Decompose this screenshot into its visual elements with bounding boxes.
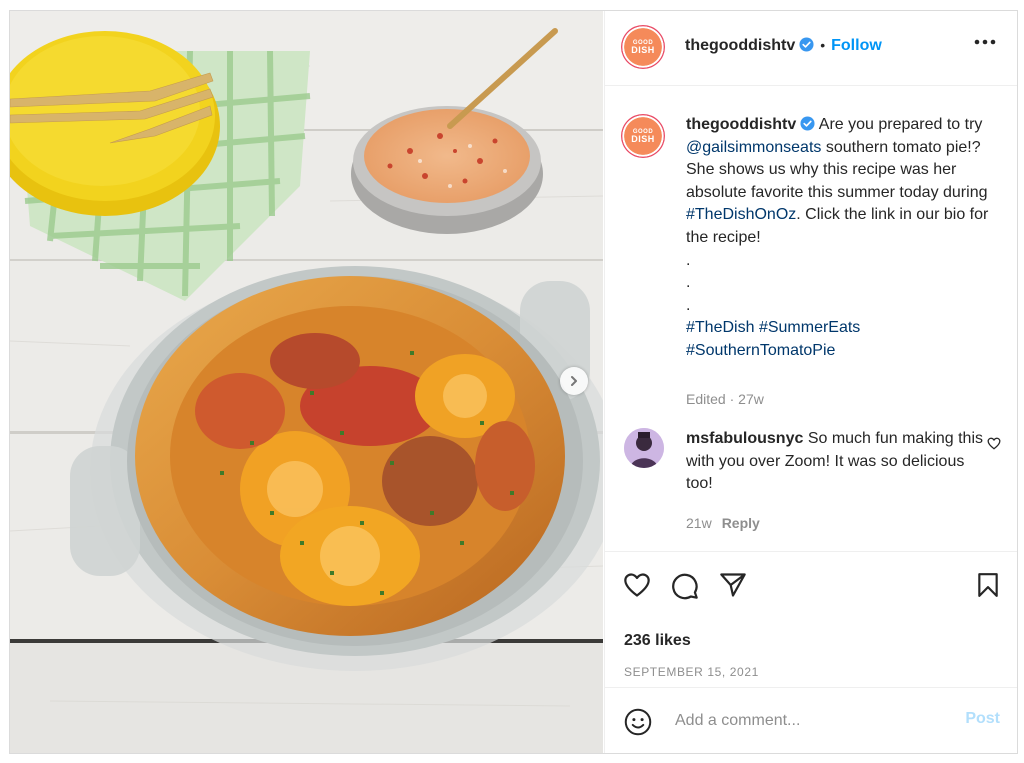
caption-avatar[interactable]: GOOD DISH [621,114,665,158]
post-header: GOOD DISH thegooddishtv • Follow [605,11,1017,86]
post-sidebar: GOOD DISH thegooddishtv • Follow GOOD DISH… [604,11,1017,753]
verified-badge-icon [800,116,815,131]
hashtag-link[interactable]: #TheDish [686,319,754,336]
instagram-post: GOOD DISH thegooddishtv • Follow GOOD DISH… [9,10,1018,754]
tomato-pie-image [10,11,603,753]
caption-part-1: Are you prepared to try [818,116,983,133]
edited-label: Edited [686,391,726,407]
logo-big-text: DISH [631,44,655,55]
comment-username[interactable]: msfabulousnyc [686,430,803,447]
mention-link[interactable]: @gailsimmonseats [686,139,821,156]
header-meta: thegooddishtv • Follow [685,37,882,55]
add-comment-bar: Post [605,687,1017,753]
commenter-avatar[interactable] [624,428,664,468]
caption-dot: . [686,296,691,314]
person-avatar-icon [624,428,664,468]
comment-meta: 21w Reply [686,515,760,531]
caption-meta: Edited · 27w [686,391,764,407]
chevron-right-icon [571,376,577,386]
comment-icon[interactable] [671,572,699,600]
next-photo-button[interactable] [560,367,588,395]
more-horizontal-icon[interactable] [974,39,996,45]
caption-dot: . [686,274,691,292]
emoji-icon[interactable] [624,708,652,736]
hashtag-list: #TheDish #SummerEats #SouthernTomatoPie [686,317,1006,362]
post-date[interactable]: SEPTEMBER 15, 2021 [624,665,759,679]
comment-age[interactable]: 21w [686,515,712,531]
likes-count[interactable]: 236 likes [624,632,691,650]
share-icon[interactable] [719,572,747,598]
action-bar: 236 likes SEPTEMBER 15, 2021 [605,551,1017,687]
post-photo[interactable] [10,11,603,753]
logo-big-text: DISH [631,133,655,144]
caption-text: thegooddishtv Are you prepared to try @g… [686,114,1006,363]
header-separator: • [820,37,826,53]
caption-age[interactable]: 27w [738,391,764,407]
caption-dot: . [686,251,691,269]
hashtag-inline-link[interactable]: #TheDishOnOz [686,206,796,223]
heart-outline-icon[interactable] [987,437,1001,450]
post-comment-button[interactable]: Post [965,710,1000,728]
reply-button[interactable]: Reply [722,515,760,531]
caption-username[interactable]: thegooddishtv [686,116,796,133]
bookmark-icon[interactable] [976,572,1000,598]
avatar[interactable]: GOOD DISH [621,25,665,69]
hashtag-link[interactable]: #SummerEats [759,319,860,336]
heart-icon[interactable] [623,572,651,598]
comment-input[interactable] [673,707,947,735]
hashtag-link[interactable]: #SouthernTomatoPie [686,342,835,359]
header-username[interactable]: thegooddishtv [685,37,795,54]
follow-button[interactable]: Follow [831,37,882,54]
comment-text: msfabulousnyc So much fun making this wi… [686,428,986,496]
verified-badge-icon [799,37,814,52]
